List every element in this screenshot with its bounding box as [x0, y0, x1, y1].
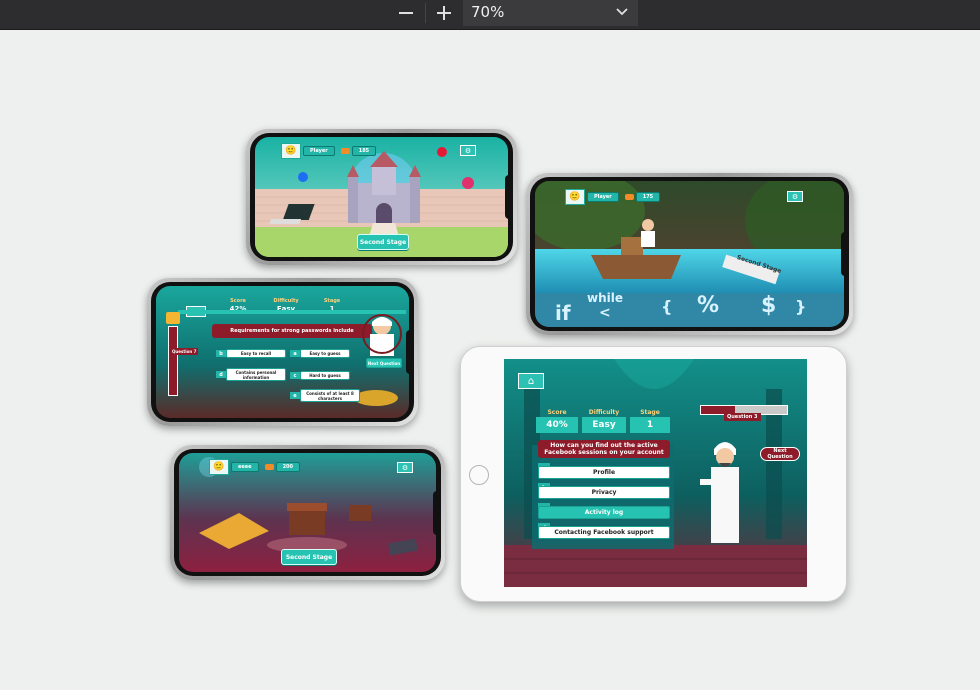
- player-avatar: 🙂: [281, 143, 301, 159]
- coin-icon: [340, 148, 350, 154]
- answer-letter-d: d: [216, 371, 226, 378]
- question-counter: Question 7: [170, 348, 199, 355]
- question-counter: Question 3: [724, 413, 761, 421]
- answer-option-b[interactable]: Privacy: [538, 486, 670, 499]
- answer-letter-c: c: [290, 372, 300, 379]
- player-name: Player: [303, 146, 335, 156]
- code-symbol-dollar: $: [761, 293, 777, 318]
- question-banner: How can you find out the active Facebook…: [538, 440, 670, 458]
- zoom-level-select[interactable]: 70%: [463, 0, 638, 26]
- host-character: [700, 435, 750, 549]
- score-label: Score: [547, 409, 567, 416]
- phone-boat: 🙂 Player 175 ⚙ Second Stage if while < {…: [526, 173, 853, 335]
- code-symbol-less: <: [599, 305, 611, 321]
- zoom-out-button[interactable]: [387, 0, 425, 26]
- stage-label: Stage: [640, 409, 660, 416]
- progress-bar: [168, 326, 178, 396]
- castle-screen: 🙂 Player 185 ⚙ Second Stage: [255, 137, 508, 257]
- plus-icon: [437, 6, 451, 20]
- phone-castle: 🙂 Player 185 ⚙ Second Stage: [246, 129, 517, 265]
- difficulty-label: Difficulty: [588, 409, 620, 416]
- answer-option-a[interactable]: Easy to guess: [300, 349, 350, 358]
- settings-gear-icon[interactable]: ⚙: [397, 462, 413, 473]
- zoom-in-button[interactable]: [425, 0, 463, 26]
- tablet-quiz: ⌂ Score 40% Difficulty Easy Stage 1 Ques…: [460, 346, 847, 602]
- viewer-toolbar: 70%: [0, 0, 980, 30]
- next-question-button[interactable]: Next Question: [366, 358, 402, 368]
- difficulty-value: Easy: [582, 417, 626, 433]
- player-name: Player: [587, 192, 619, 202]
- boat-screen: 🙂 Player 175 ⚙ Second Stage if while < {…: [535, 181, 844, 327]
- image-canvas: 🙂 Player 185 ⚙ Second Stage 🙂 Player 175…: [0, 30, 980, 690]
- second-stage-button[interactable]: Second Stage: [357, 234, 409, 250]
- answer-letter-b: b: [216, 350, 226, 357]
- second-stage-button[interactable]: Second Stage: [281, 549, 337, 565]
- coin-icon: [624, 194, 634, 200]
- player-avatar: 🙂: [209, 459, 229, 475]
- treasure-player-hud: 🙂 eeee 200: [209, 459, 301, 475]
- settings-gear-icon[interactable]: ⚙: [460, 145, 476, 156]
- stage-value: 1: [630, 417, 670, 433]
- next-question-button[interactable]: Next Question: [760, 447, 800, 461]
- difficulty-label: Difficulty: [273, 298, 299, 304]
- score-label: Score: [230, 298, 246, 304]
- coin-icon: [264, 464, 274, 470]
- quiz-screen: ⌂ Score 42% Difficulty Easy Stage 1 Ques…: [156, 286, 409, 418]
- treasure-screen: 🙂 eeee 200 ⚙ Second Stage: [179, 453, 436, 572]
- answer-option-d[interactable]: Contacting Facebook support: [538, 526, 670, 539]
- coin-count: 200: [275, 462, 301, 472]
- minus-icon: [399, 12, 413, 14]
- boat-player-hud: 🙂 Player 175: [565, 189, 661, 205]
- host-character: [362, 312, 402, 360]
- code-symbol-brace-open: {: [661, 297, 673, 316]
- score-value: 40%: [536, 417, 578, 433]
- tablet-home-button: [469, 465, 489, 485]
- coin-count: 185: [351, 146, 377, 156]
- home-icon[interactable]: ⌂: [518, 373, 544, 389]
- coin-count: 175: [635, 192, 661, 202]
- trophy-icon: [166, 312, 180, 324]
- castle-player-hud: 🙂 Player 185: [281, 143, 377, 159]
- stage-label: Stage: [323, 298, 341, 304]
- answer-option-a[interactable]: Profile: [538, 466, 670, 479]
- answer-letter-e: e: [290, 392, 300, 399]
- answer-letter-a: a: [290, 350, 300, 357]
- settings-gear-icon[interactable]: ⚙: [787, 191, 803, 202]
- question-banner: Requirements for strong passwords includ…: [212, 324, 372, 338]
- phone-quiz: ⌂ Score 42% Difficulty Easy Stage 1 Ques…: [147, 278, 418, 426]
- answer-option-e[interactable]: Consists of at least 8 characters: [300, 389, 360, 402]
- answer-option-d[interactable]: Contains personal information: [226, 368, 286, 381]
- code-symbol-while: while: [587, 291, 623, 305]
- chevron-down-icon: [616, 8, 628, 16]
- tablet-screen: ⌂ Score 40% Difficulty Easy Stage 1 Ques…: [504, 359, 807, 587]
- answer-option-c[interactable]: Activity log: [538, 506, 670, 519]
- player-name: eeee: [231, 462, 259, 472]
- zoom-level-value: 70%: [471, 3, 505, 21]
- player-avatar: 🙂: [565, 189, 585, 205]
- answer-option-b[interactable]: Easy to recall: [226, 349, 286, 358]
- code-symbol-if: if: [555, 301, 571, 325]
- phone-treasure: 🙂 eeee 200 ⚙ Second Stage: [170, 445, 445, 580]
- code-symbol-percent: %: [697, 293, 720, 318]
- code-symbol-brace-close: }: [795, 297, 807, 316]
- answer-option-c[interactable]: Hard to guess: [300, 371, 350, 380]
